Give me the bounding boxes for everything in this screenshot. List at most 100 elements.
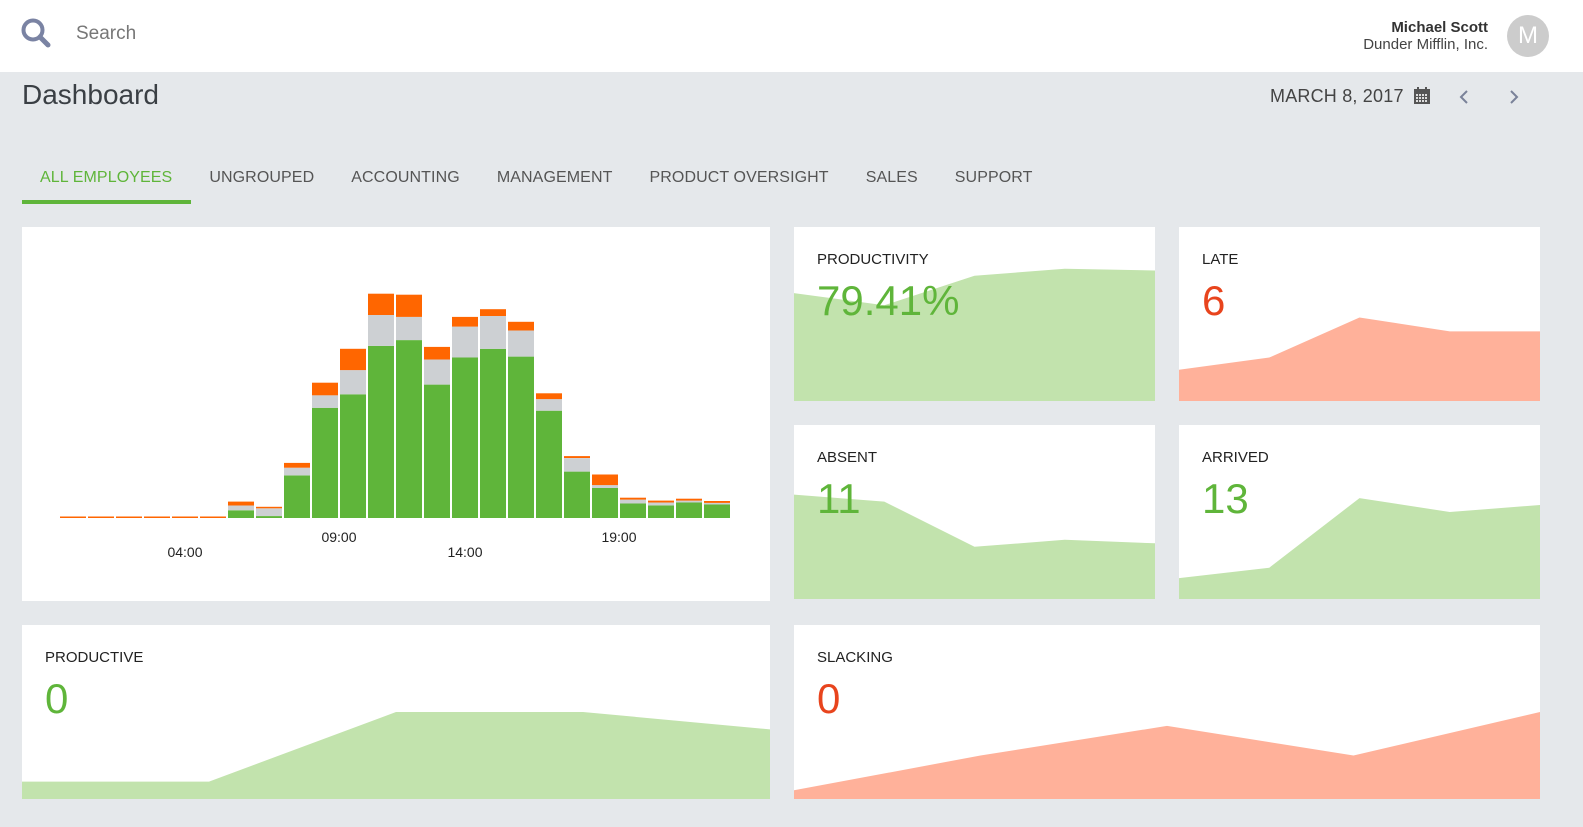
bar-slacking-1700[interactable] bbox=[536, 393, 562, 400]
tab-management[interactable]: MANAGEMENT bbox=[479, 160, 632, 204]
bar-productive-1900[interactable] bbox=[592, 488, 618, 518]
bar-neutral-2100[interactable] bbox=[648, 502, 674, 506]
page-title: Dashboard bbox=[22, 79, 159, 110]
bar-neutral-0600[interactable] bbox=[228, 505, 254, 511]
bar-productive-2000[interactable] bbox=[620, 503, 646, 519]
productive-sparkline-area bbox=[22, 712, 770, 799]
bar-slacking-1000[interactable] bbox=[340, 348, 366, 371]
late-sparkline-area bbox=[1179, 317, 1540, 401]
bar-slacking-0400[interactable] bbox=[172, 516, 198, 519]
top-bar: Michael Scott Dunder Mifflin, Inc. M bbox=[0, 0, 1583, 72]
calendar-icon[interactable] bbox=[1414, 87, 1430, 104]
prev-date-button[interactable] bbox=[1452, 85, 1476, 109]
tab-ungrouped[interactable]: UNGROUPED bbox=[191, 160, 333, 204]
bar-slacking-1800[interactable] bbox=[564, 456, 590, 458]
bar-neutral-1300[interactable] bbox=[424, 359, 450, 385]
bar-productive-2200[interactable] bbox=[676, 502, 702, 519]
bar-productive-0700[interactable] bbox=[256, 516, 282, 518]
bar-slacking-1100[interactable] bbox=[368, 293, 394, 315]
bar-neutral-2200[interactable] bbox=[676, 500, 702, 503]
bar-neutral-2000[interactable] bbox=[620, 499, 646, 504]
bar-neutral-1900[interactable] bbox=[592, 485, 618, 488]
user-name: Michael Scott bbox=[1391, 19, 1488, 36]
bar-productive-1500[interactable] bbox=[480, 348, 506, 518]
tab-support[interactable]: SUPPORT bbox=[937, 160, 1052, 204]
bar-productive-2300[interactable] bbox=[704, 504, 730, 519]
activity-bar-chart: 04:00 09:00 14:00 19:00 bbox=[60, 293, 730, 560]
bar-slacking-2200[interactable] bbox=[676, 498, 702, 501]
absent-card[interactable]: ABSENT 11 bbox=[794, 425, 1155, 599]
user-info[interactable]: Michael Scott Dunder Mifflin, Inc. bbox=[1363, 19, 1488, 53]
bar-slacking-0000[interactable] bbox=[60, 516, 86, 519]
bar-slacking-1900[interactable] bbox=[592, 474, 618, 486]
bar-slacking-2000[interactable] bbox=[620, 497, 646, 500]
bar-productive-2100[interactable] bbox=[648, 505, 674, 518]
productive-label: PRODUCTIVE bbox=[45, 649, 144, 666]
bar-neutral-1400[interactable] bbox=[452, 326, 478, 358]
bar-slacking-0700[interactable] bbox=[256, 506, 282, 509]
bar-neutral-2300[interactable] bbox=[704, 503, 730, 505]
bar-productive-1200[interactable] bbox=[396, 340, 422, 518]
bar-neutral-1200[interactable] bbox=[396, 316, 422, 341]
bar-slacking-1300[interactable] bbox=[424, 346, 450, 360]
bar-slacking-0900[interactable] bbox=[312, 382, 338, 396]
tab-product-oversight[interactable]: PRODUCT OVERSIGHT bbox=[631, 160, 847, 204]
bar-slacking-0200[interactable] bbox=[116, 516, 142, 519]
bar-productive-0800[interactable] bbox=[284, 475, 310, 519]
user-company: Dunder Mifflin, Inc. bbox=[1363, 36, 1488, 53]
bar-slacking-0800[interactable] bbox=[284, 462, 310, 468]
tab-all-employees[interactable]: ALL EMPLOYEES bbox=[22, 160, 192, 204]
slacking-sparkline-area bbox=[794, 712, 1540, 799]
arrived-label: ARRIVED bbox=[1202, 449, 1269, 466]
bar-productive-1600[interactable] bbox=[508, 356, 534, 518]
bar-slacking-2300[interactable] bbox=[704, 501, 730, 503]
arrived-card[interactable]: ARRIVED 13 bbox=[1179, 425, 1540, 599]
date-label: MARCH 8, 2017 bbox=[1270, 86, 1404, 106]
bar-productive-1300[interactable] bbox=[424, 384, 450, 518]
x-tick-label: 09:00 bbox=[321, 529, 356, 545]
next-date-button[interactable] bbox=[1502, 85, 1526, 109]
bar-slacking-0300[interactable] bbox=[144, 516, 170, 519]
slacking-card[interactable]: SLACKING 0 bbox=[794, 625, 1540, 799]
bar-neutral-1500[interactable] bbox=[480, 316, 506, 349]
bar-slacking-1400[interactable] bbox=[452, 316, 478, 327]
bar-neutral-0900[interactable] bbox=[312, 395, 338, 408]
late-value: 6 bbox=[1202, 277, 1226, 324]
bar-slacking-0500[interactable] bbox=[200, 516, 226, 519]
bar-slacking-1200[interactable] bbox=[396, 294, 422, 317]
bar-slacking-0100[interactable] bbox=[88, 516, 114, 519]
bar-neutral-0800[interactable] bbox=[284, 467, 310, 476]
bar-productive-1700[interactable] bbox=[536, 410, 562, 518]
search-input[interactable] bbox=[76, 20, 476, 48]
productive-card[interactable]: PRODUCTIVE 0 bbox=[22, 625, 770, 799]
bar-slacking-1500[interactable] bbox=[480, 309, 506, 316]
bar-neutral-1600[interactable] bbox=[508, 330, 534, 357]
search-icon[interactable] bbox=[20, 17, 52, 49]
bar-slacking-2100[interactable] bbox=[648, 500, 674, 503]
arrived-value: 13 bbox=[1202, 475, 1249, 522]
slacking-value: 0 bbox=[817, 675, 841, 722]
avatar[interactable]: M bbox=[1507, 15, 1549, 57]
x-tick-label: 14:00 bbox=[447, 544, 482, 560]
bar-neutral-1000[interactable] bbox=[340, 370, 366, 395]
tab-sales[interactable]: SALES bbox=[848, 160, 937, 204]
late-card[interactable]: LATE 6 bbox=[1179, 227, 1540, 401]
x-tick-label: 19:00 bbox=[601, 529, 636, 545]
bar-neutral-1100[interactable] bbox=[368, 315, 394, 346]
bar-slacking-0600[interactable] bbox=[228, 501, 254, 506]
bar-neutral-1700[interactable] bbox=[536, 399, 562, 411]
bar-slacking-1600[interactable] bbox=[508, 321, 534, 331]
department-tabs: ALL EMPLOYEES UNGROUPED ACCOUNTING MANAG… bbox=[22, 160, 1052, 204]
bar-productive-1400[interactable] bbox=[452, 357, 478, 519]
tab-accounting[interactable]: ACCOUNTING bbox=[333, 160, 479, 204]
bar-productive-1100[interactable] bbox=[368, 345, 394, 518]
bar-productive-0900[interactable] bbox=[312, 407, 338, 518]
productivity-value: 79.41% bbox=[817, 277, 960, 324]
bar-productive-0600[interactable] bbox=[228, 510, 254, 518]
chevron-right-icon bbox=[1510, 90, 1519, 104]
bar-productive-1000[interactable] bbox=[340, 394, 366, 518]
bar-neutral-0700[interactable] bbox=[256, 508, 282, 516]
productivity-card[interactable]: PRODUCTIVITY 79.41% bbox=[794, 227, 1155, 401]
bar-productive-1800[interactable] bbox=[564, 471, 590, 518]
bar-neutral-1800[interactable] bbox=[564, 458, 590, 472]
